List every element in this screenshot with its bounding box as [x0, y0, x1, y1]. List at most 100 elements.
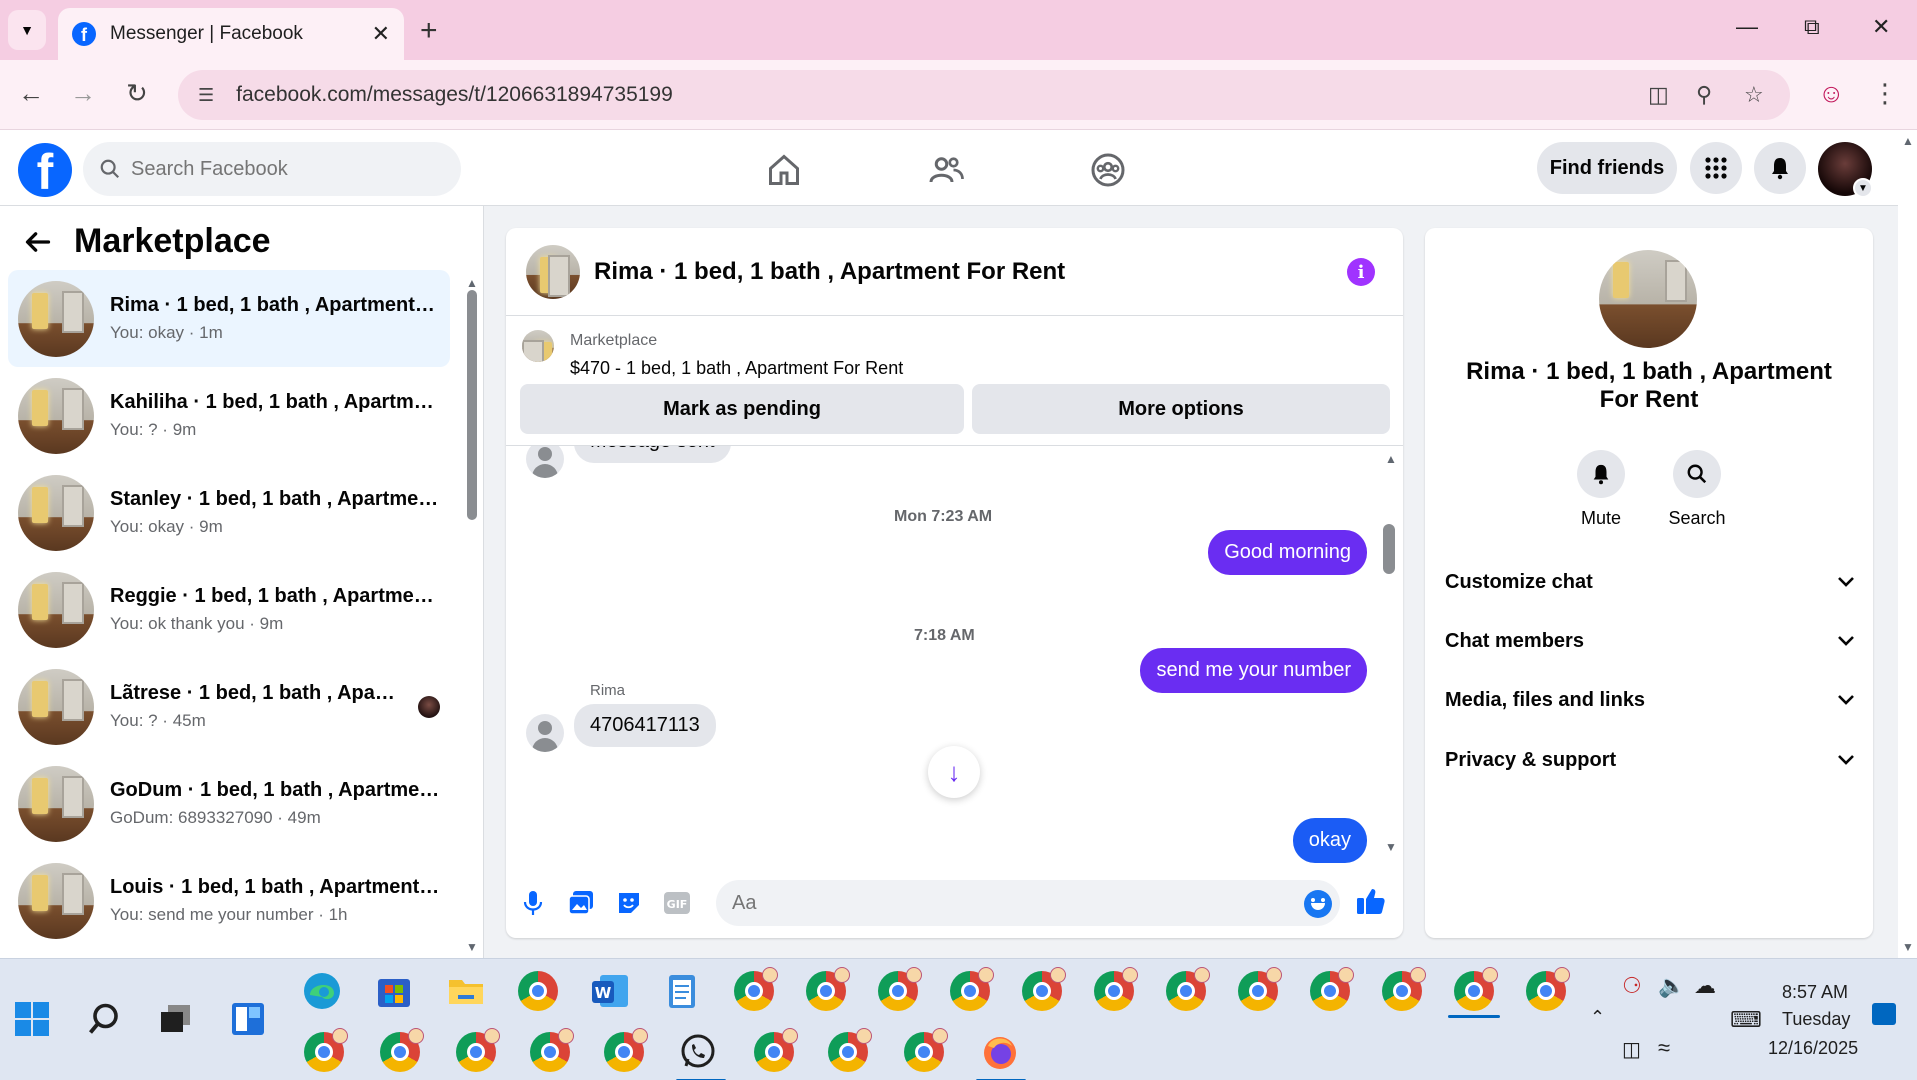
photo-icon[interactable]	[566, 888, 596, 918]
chrome-profile-icon[interactable]	[878, 967, 922, 1011]
chrome-profile-icon[interactable]	[1310, 967, 1354, 1011]
chrome-profile-icon[interactable]	[304, 1028, 348, 1072]
install-app-icon[interactable]: ◫	[1648, 82, 1669, 108]
search-in-chat-button[interactable]: Search	[1657, 450, 1737, 529]
keyboard-icon[interactable]: ⌨	[1730, 1007, 1762, 1033]
sidebar-scrollbar[interactable]	[467, 290, 477, 520]
more-options-button[interactable]: More options	[972, 384, 1390, 434]
groups-nav-icon[interactable]	[1086, 148, 1130, 192]
chrome-profile-icon[interactable]	[380, 1028, 424, 1072]
chat-members-section[interactable]: Chat members	[1445, 621, 1855, 661]
chrome-profile-icon[interactable]	[1382, 967, 1426, 1011]
microphone-icon[interactable]	[518, 888, 548, 918]
chrome-profile-icon[interactable]	[904, 1028, 948, 1072]
chrome-profile-icon[interactable]	[604, 1028, 648, 1072]
chrome-profile-icon[interactable]	[530, 1028, 574, 1072]
edge-icon[interactable]	[302, 971, 342, 1011]
onedrive-offline-icon[interactable]: ☁	[1694, 973, 1716, 999]
reload-icon[interactable]: ↻	[126, 78, 148, 109]
tab-search-button[interactable]: ▼	[8, 10, 46, 50]
close-tab-icon[interactable]: ✕	[372, 21, 390, 47]
conversation-item[interactable]: Reggie · 1 bed, 1 bath , Apartment For R…	[8, 561, 450, 658]
scroll-down-arrow-icon[interactable]: ▼	[466, 940, 478, 954]
notifications-bell-icon[interactable]	[1754, 142, 1806, 194]
windows-start-icon[interactable]	[14, 1001, 54, 1041]
clock-time[interactable]: 8:57 AM	[1782, 982, 1848, 1003]
scroll-to-bottom-button[interactable]: ↓	[928, 746, 980, 798]
info-icon[interactable]: i	[1347, 258, 1375, 286]
facebook-logo-icon[interactable]: f	[18, 143, 72, 197]
gif-icon[interactable]: GIF	[662, 888, 692, 918]
show-hidden-icons-chevron-icon[interactable]: ⌃	[1590, 1007, 1605, 1028]
mute-button[interactable]: Mute	[1561, 450, 1641, 529]
conversation-item[interactable]: Stanley · 1 bed, 1 bath , Apartment For …	[8, 464, 450, 561]
page-scrollbar[interactable]: ▲ ▼	[1898, 130, 1917, 958]
microsoft-store-icon[interactable]	[374, 971, 414, 1011]
browser-tab[interactable]: f Messenger | Facebook ✕	[58, 8, 404, 60]
customize-chat-section[interactable]: Customize chat	[1445, 562, 1855, 602]
conversation-item[interactable]: Rima · 1 bed, 1 bath , Apartment For Ren…	[8, 270, 450, 367]
battery-charging-icon[interactable]: ◫	[1622, 1037, 1641, 1062]
close-window-icon[interactable]: ✕	[1872, 14, 1890, 40]
chat-thumbnail[interactable]	[526, 244, 580, 299]
bookmark-star-icon[interactable]: ☆	[1744, 82, 1764, 108]
chat-scrollbar[interactable]	[1383, 524, 1395, 574]
friends-nav-icon[interactable]	[924, 148, 968, 192]
widgets-icon[interactable]	[230, 1001, 270, 1041]
clock-date[interactable]: 12/16/2025	[1768, 1038, 1858, 1059]
account-chevron-icon[interactable]: ▼	[1853, 178, 1873, 198]
speaker-icon[interactable]: 🔈	[1658, 973, 1685, 999]
notepad-icon[interactable]	[662, 971, 702, 1011]
site-settings-icon[interactable]: ☰	[198, 85, 214, 106]
home-nav-icon[interactable]	[762, 148, 806, 192]
thumbs-up-icon[interactable]	[1356, 886, 1386, 916]
address-bar[interactable]: ☰ facebook.com/messages/t/12066318947351…	[178, 70, 1790, 120]
minimize-icon[interactable]: —	[1736, 14, 1758, 40]
chat-scroll-up-icon[interactable]: ▲	[1385, 452, 1397, 466]
task-view-icon[interactable]	[158, 1001, 198, 1041]
chrome-profile-icon-active[interactable]	[1454, 967, 1498, 1011]
conversation-item[interactable]: GoDum · 1 bed, 1 bath , Apartment For Re…	[8, 755, 450, 852]
new-tab-icon[interactable]: +	[420, 14, 438, 48]
chrome-icon[interactable]	[518, 971, 558, 1011]
chrome-profile-icon[interactable]	[1166, 967, 1210, 1011]
search-icon[interactable]	[86, 1001, 126, 1041]
message-input[interactable]	[716, 880, 1340, 926]
find-friends-button[interactable]: Find friends	[1537, 142, 1677, 194]
firefox-icon[interactable]	[980, 1032, 1020, 1072]
mark-as-pending-button[interactable]: Mark as pending	[520, 384, 964, 434]
chat-scroll-down-icon[interactable]: ▼	[1385, 840, 1397, 854]
emoji-icon[interactable]	[1304, 890, 1332, 918]
chrome-profile-icon[interactable]	[950, 967, 994, 1011]
clock-day[interactable]: Tuesday	[1782, 1009, 1850, 1030]
notification-center-icon[interactable]	[1872, 1003, 1896, 1025]
restore-icon[interactable]: ⧉	[1804, 14, 1820, 40]
page-scroll-up-icon[interactable]: ▲	[1902, 134, 1914, 148]
chrome-profile-icon[interactable]	[1238, 967, 1282, 1011]
profile-icon[interactable]: ☺	[1818, 78, 1845, 109]
media-files-links-section[interactable]: Media, files and links	[1445, 680, 1855, 720]
scroll-up-arrow-icon[interactable]: ▲	[466, 276, 478, 290]
conversation-item[interactable]: Kahiliha · 1 bed, 1 bath , Apartment For…	[8, 367, 450, 464]
conversation-item[interactable]: Louis · 1 bed, 1 bath , Apartment For Re…	[8, 852, 450, 949]
wifi-icon[interactable]: ≈	[1658, 1035, 1670, 1061]
back-icon[interactable]: ←	[18, 78, 44, 109]
word-icon[interactable]: W	[590, 971, 630, 1011]
listing-price[interactable]: $470 - 1 bed, 1 bath , Apartment For Ren…	[570, 358, 903, 379]
chrome-profile-icon[interactable]	[754, 1028, 798, 1072]
conversation-item[interactable]: Lãtrese · 1 bed, 1 bath , Apartment For …	[8, 658, 450, 755]
whatsapp-icon[interactable]	[678, 1032, 718, 1072]
forward-icon[interactable]: →	[70, 78, 96, 109]
chrome-profile-icon[interactable]	[734, 967, 778, 1011]
browser-menu-icon[interactable]: ⋮	[1872, 78, 1898, 109]
screen-recorder-icon[interactable]: ⚆	[1622, 973, 1642, 999]
chrome-profile-icon[interactable]	[1526, 967, 1570, 1011]
chrome-profile-icon[interactable]	[1022, 967, 1066, 1011]
file-explorer-icon[interactable]	[446, 971, 486, 1011]
chrome-profile-icon[interactable]	[806, 967, 850, 1011]
back-arrow-icon[interactable]	[24, 228, 52, 256]
facebook-search[interactable]	[83, 142, 461, 196]
privacy-support-section[interactable]: Privacy & support	[1445, 740, 1855, 780]
zoom-icon[interactable]: ⚲	[1696, 82, 1712, 108]
page-scroll-down-icon[interactable]: ▼	[1902, 940, 1914, 954]
